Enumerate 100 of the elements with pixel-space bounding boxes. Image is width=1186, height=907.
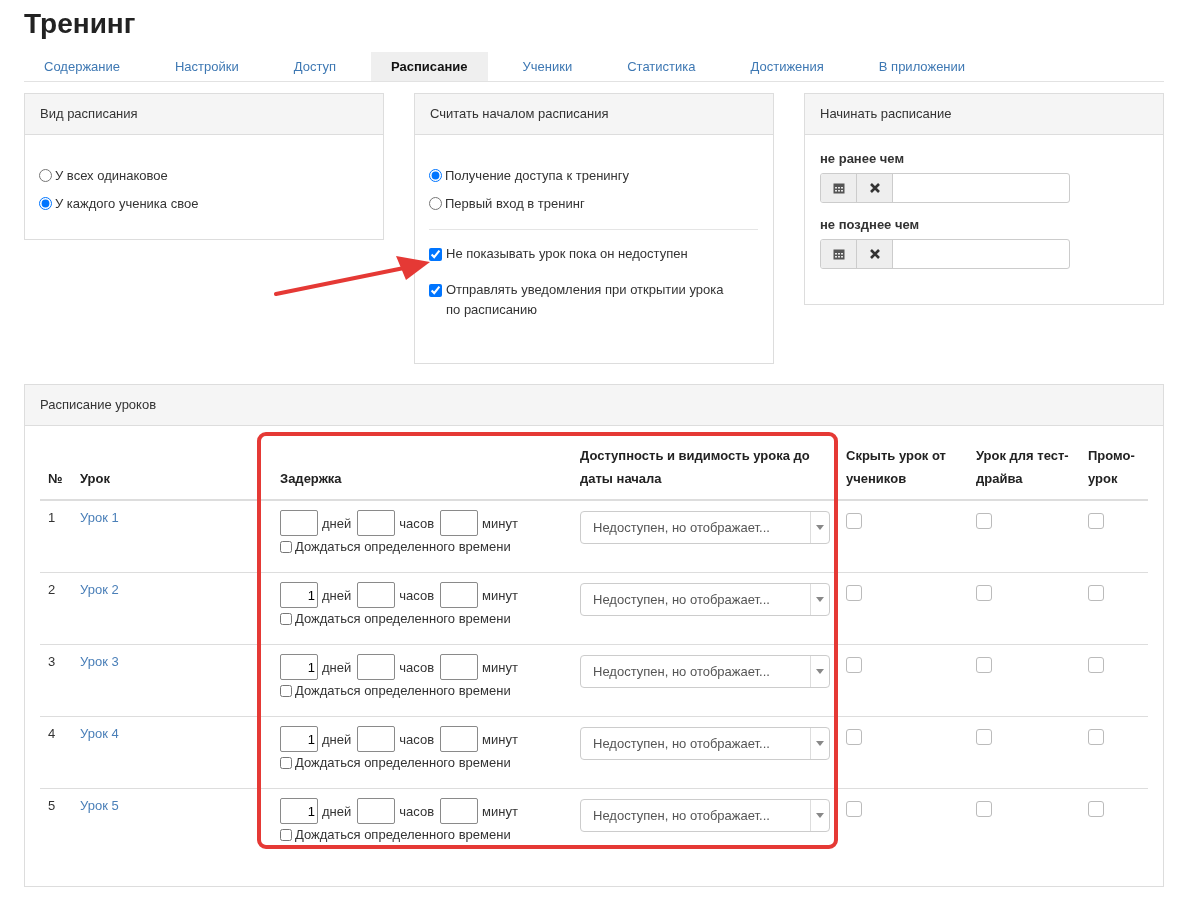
checkbox[interactable] — [429, 248, 442, 261]
panel-title: Расписание уроков — [25, 385, 1163, 426]
unit-label: часов — [399, 659, 435, 675]
clear-button[interactable] — [857, 240, 893, 268]
unit-label: минут — [482, 659, 518, 675]
checkbox-label: Дождаться определенного времени — [295, 827, 511, 842]
row-number: 5 — [48, 798, 56, 813]
radio-button[interactable] — [39, 168, 52, 182]
unit-label: дней — [322, 515, 352, 531]
checkbox[interactable] — [1088, 513, 1104, 529]
field-label: не ранее чем — [820, 151, 905, 166]
days-field[interactable]: 1 — [280, 726, 318, 752]
checkbox[interactable] — [1088, 729, 1104, 745]
checkbox[interactable] — [1088, 801, 1104, 817]
column-header: Скрыть урок от учеников — [846, 448, 946, 486]
hours-field[interactable] — [357, 654, 396, 680]
calendar-button[interactable] — [821, 174, 857, 202]
hours-field[interactable] — [357, 510, 396, 536]
hours-field[interactable] — [357, 726, 396, 752]
unit-label: дней — [322, 731, 352, 747]
hours-field[interactable] — [357, 582, 396, 608]
checkbox[interactable] — [280, 828, 292, 841]
tab[interactable]: Содержание — [24, 52, 140, 81]
checkbox[interactable] — [976, 585, 992, 601]
minutes-field[interactable] — [440, 510, 479, 536]
page-title: Тренинг — [24, 8, 137, 40]
dropdown[interactable]: Недоступен, но отображает... — [580, 799, 830, 832]
minutes-field[interactable] — [440, 654, 479, 680]
radio-label: Получение доступа к тренингу — [445, 167, 630, 183]
unit-label: минут — [482, 587, 518, 603]
radio-label: У всех одинаковое — [55, 167, 168, 183]
days-field[interactable]: 1 — [280, 654, 318, 680]
days-field[interactable] — [280, 510, 318, 536]
checkbox[interactable] — [976, 513, 992, 529]
checkbox[interactable] — [846, 729, 862, 745]
checkbox[interactable] — [280, 540, 292, 553]
checkbox[interactable] — [1088, 657, 1104, 673]
dropdown[interactable]: Недоступен, но отображает... — [580, 583, 830, 616]
unit-label: часов — [399, 803, 435, 819]
radio-button[interactable] — [39, 196, 52, 210]
field-label: не позднее чем — [820, 217, 921, 232]
dropdown[interactable]: Недоступен, но отображает... — [580, 655, 830, 688]
close-icon — [869, 249, 880, 259]
radio-button[interactable] — [429, 168, 442, 182]
lesson-link[interactable]: Урок 2 — [80, 582, 119, 597]
unit-label: часов — [399, 731, 435, 747]
checkbox[interactable] — [429, 284, 442, 297]
checkbox[interactable] — [976, 801, 992, 817]
row-number: 3 — [48, 654, 56, 669]
clear-button[interactable] — [857, 174, 893, 202]
caret-icon — [816, 813, 824, 818]
checkbox-label: Отправлять уведомления при открытии урока по расписанию — [446, 281, 725, 319]
lesson-link[interactable]: Урок 1 — [80, 510, 119, 525]
minutes-field[interactable] — [440, 582, 479, 608]
column-header: Урок — [80, 471, 110, 486]
unit-label: дней — [322, 659, 352, 675]
caret-icon — [816, 741, 824, 746]
checkbox[interactable] — [976, 657, 992, 673]
checkbox[interactable] — [846, 657, 862, 673]
checkbox[interactable] — [846, 513, 862, 529]
days-field[interactable]: 1 — [280, 798, 318, 824]
tab[interactable]: Расписание — [371, 52, 488, 81]
dropdown[interactable]: Недоступен, но отображает... — [580, 727, 830, 760]
lesson-link[interactable]: Урок 3 — [80, 654, 119, 669]
calendar-icon — [832, 182, 845, 194]
dropdown[interactable]: Недоступен, но отображает... — [580, 511, 830, 544]
tab[interactable]: В приложении — [858, 52, 986, 81]
date-field[interactable] — [820, 173, 1070, 203]
date-field[interactable] — [820, 239, 1070, 269]
checkbox[interactable] — [280, 756, 292, 769]
unit-label: дней — [322, 587, 352, 603]
unit-label: минут — [482, 515, 518, 531]
tab[interactable]: Достижения — [730, 52, 844, 81]
lesson-link[interactable]: Урок 5 — [80, 798, 119, 813]
panel-title: Начинать расписание — [805, 94, 1163, 135]
checkbox-label: Не показывать урок пока он недоступен — [446, 245, 689, 263]
radio-button[interactable] — [429, 196, 442, 210]
minutes-field[interactable] — [440, 726, 479, 752]
tab[interactable]: Доступ — [273, 52, 357, 81]
radio-label: Первый вход в тренинг — [445, 195, 585, 211]
checkbox-label: Дождаться определенного времени — [295, 611, 511, 626]
checkbox-label: Дождаться определенного времени — [295, 539, 511, 554]
checkbox[interactable] — [846, 801, 862, 817]
checkbox[interactable] — [846, 585, 862, 601]
checkbox[interactable] — [280, 684, 292, 697]
tab[interactable]: Статистика — [607, 52, 716, 81]
tab[interactable]: Ученики — [502, 52, 593, 81]
hours-field[interactable] — [357, 798, 396, 824]
tab[interactable]: Настройки — [155, 52, 259, 81]
unit-label: часов — [399, 515, 435, 531]
calendar-button[interactable] — [821, 240, 857, 268]
checkbox-label: Дождаться определенного времени — [295, 683, 511, 698]
checkbox[interactable] — [280, 612, 292, 625]
column-header: Промо-урок — [1088, 448, 1135, 486]
minutes-field[interactable] — [440, 798, 479, 824]
lesson-link[interactable]: Урок 4 — [80, 726, 119, 741]
checkbox[interactable] — [1088, 585, 1104, 601]
caret-icon — [816, 525, 824, 530]
checkbox[interactable] — [976, 729, 992, 745]
days-field[interactable]: 1 — [280, 582, 318, 608]
